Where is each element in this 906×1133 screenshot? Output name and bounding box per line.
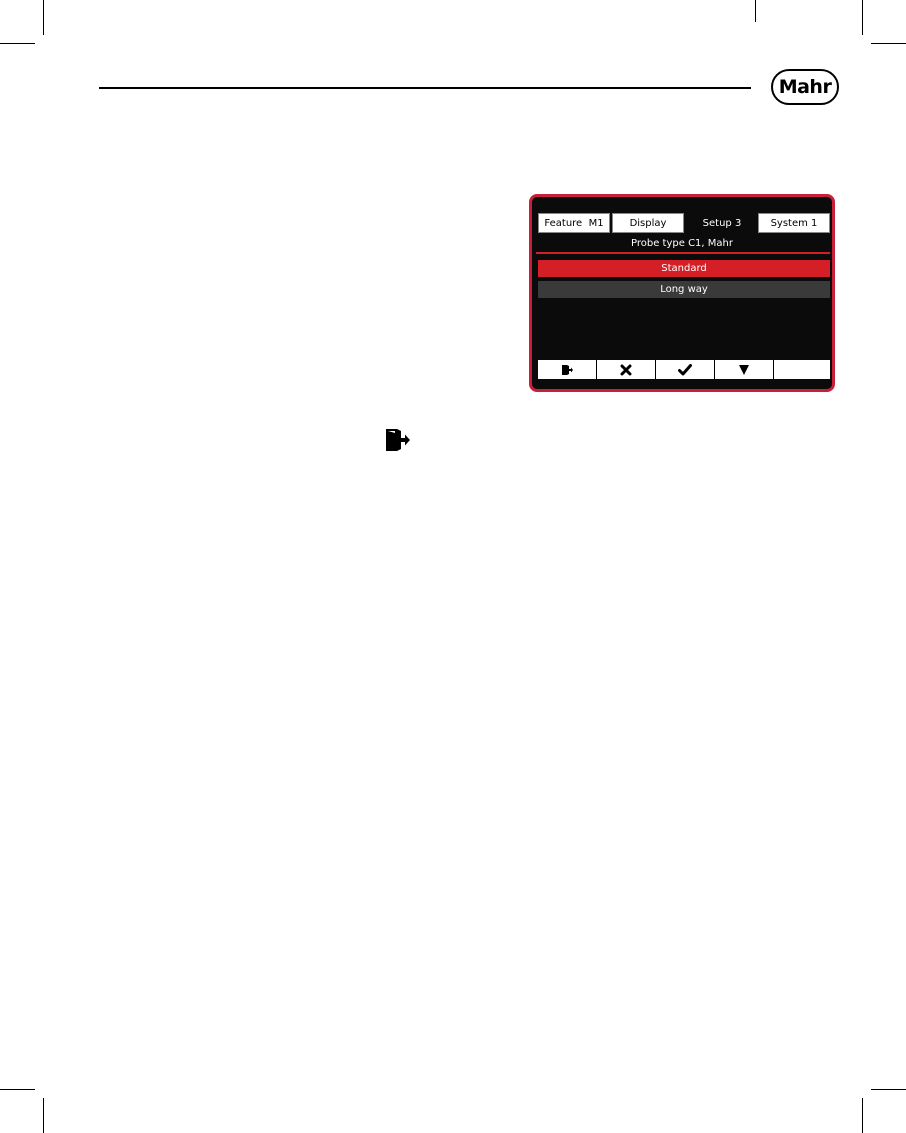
- tab-display[interactable]: Display: [612, 213, 684, 233]
- check-icon: [678, 363, 692, 375]
- crop-mark: [43, 0, 44, 35]
- crop-mark: [871, 43, 906, 44]
- exit-icon: [562, 364, 573, 375]
- close-icon: [620, 364, 632, 375]
- tab-setup[interactable]: Setup 3: [686, 213, 758, 233]
- softkey-cancel[interactable]: [597, 360, 656, 379]
- softkey-confirm[interactable]: [656, 360, 715, 379]
- tab-system[interactable]: System 1: [758, 213, 830, 233]
- crop-mark: [0, 1089, 35, 1090]
- crop-mark: [862, 0, 863, 35]
- exit-icon: [386, 429, 410, 451]
- tab-feature[interactable]: Feature M1: [538, 213, 610, 233]
- crop-mark: [871, 1089, 906, 1090]
- tab-label: Feature M1: [544, 217, 604, 229]
- crop-mark: [862, 1098, 863, 1133]
- softkey-exit[interactable]: [538, 360, 597, 379]
- tab-bar: Feature M1 Display Setup 3 System 1: [538, 213, 830, 233]
- screen-title-text: Probe type C1, Mahr: [631, 237, 733, 249]
- screen-title: Probe type C1, Mahr: [536, 235, 828, 251]
- softkey-down[interactable]: [715, 360, 774, 379]
- mahr-logo: Mahr: [771, 69, 839, 105]
- option-long-way[interactable]: Long way: [538, 281, 830, 298]
- arrow-down-icon: [739, 364, 749, 375]
- tab-label: System 1: [770, 217, 818, 229]
- crop-mark: [43, 1098, 44, 1133]
- title-divider: [536, 252, 830, 254]
- softkey-blank[interactable]: [774, 360, 830, 379]
- tab-label: Setup 3: [702, 217, 742, 229]
- crop-mark: [0, 43, 35, 44]
- crop-mark: [755, 0, 756, 22]
- header-rule: [99, 87, 751, 89]
- option-label: Standard: [661, 263, 707, 274]
- logo-text: Mahr: [778, 76, 832, 98]
- softkey-bar: [538, 360, 830, 379]
- option-standard[interactable]: Standard: [538, 260, 830, 277]
- device-screen: Feature M1 Display Setup 3 System 1 Prob…: [529, 194, 835, 392]
- option-label: Long way: [660, 284, 708, 295]
- tab-label: Display: [629, 217, 667, 229]
